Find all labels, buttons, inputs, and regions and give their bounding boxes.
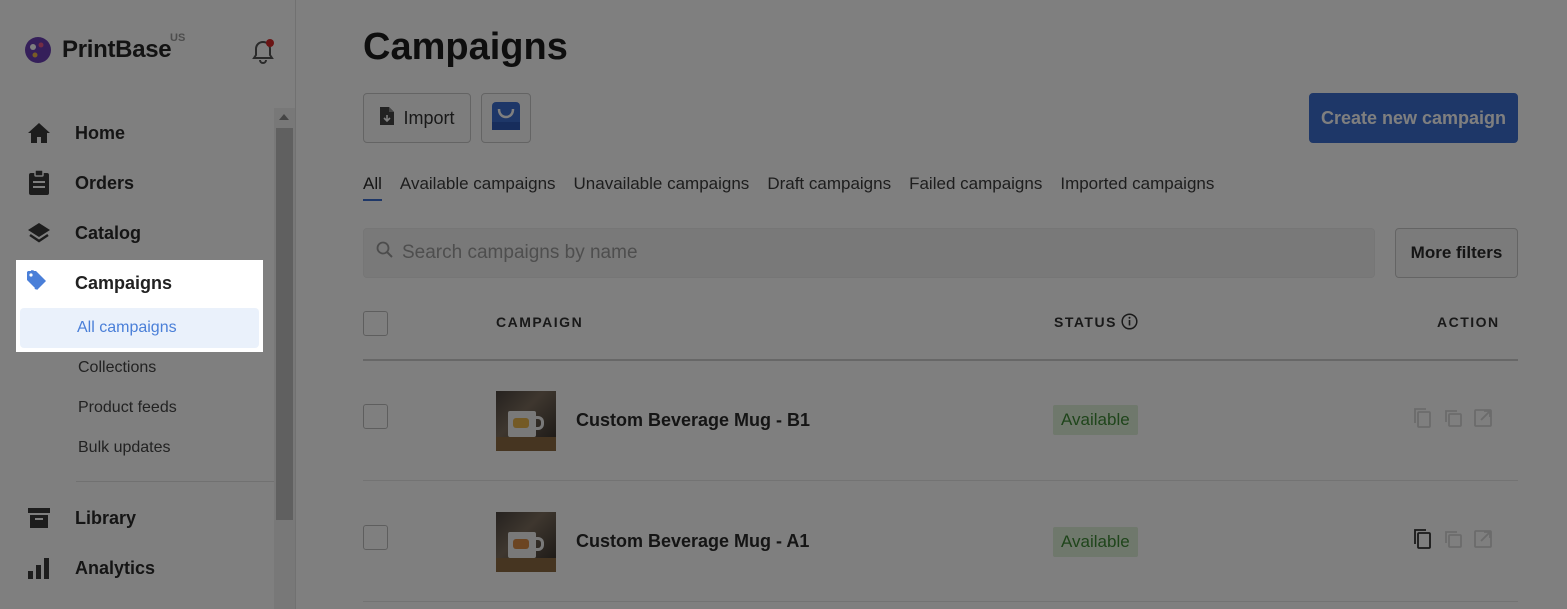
external-link-icon[interactable]: [1472, 528, 1494, 550]
scrollbar-thumb[interactable]: [276, 128, 293, 520]
create-new-campaign-button[interactable]: Create new campaign: [1309, 93, 1518, 143]
sidebar-divider: [76, 481, 274, 482]
tab-draft-campaigns[interactable]: Draft campaigns: [767, 174, 891, 200]
sidebar-subitem-product-feeds[interactable]: Product feeds: [20, 388, 259, 428]
tab-imported-campaigns[interactable]: Imported campaigns: [1060, 174, 1214, 200]
more-filters-label: More filters: [1410, 243, 1503, 262]
info-icon[interactable]: [1121, 313, 1138, 335]
layers-icon: [26, 220, 52, 246]
sidebar-item-catalog[interactable]: Catalog: [0, 213, 274, 253]
campaign-tabs: All Available campaigns Unavailable camp…: [363, 174, 1232, 201]
row-divider: [363, 480, 1518, 481]
sidebar-item-orders[interactable]: Orders: [0, 163, 274, 203]
campaign-name-link[interactable]: Custom Beverage Mug - A1: [576, 531, 809, 552]
sidebar-subitem-label: Product feeds: [78, 399, 177, 416]
notification-bell-icon[interactable]: [250, 38, 276, 66]
product-thumbnail[interactable]: [496, 391, 556, 451]
copy-icon[interactable]: [1412, 528, 1434, 550]
sidebar-item-label: Orders: [75, 172, 135, 193]
sidebar-item-label: Home: [75, 122, 126, 143]
search-icon: [376, 241, 394, 259]
sidebar-subitem-bulk-updates[interactable]: Bulk updates: [20, 428, 259, 468]
product-thumbnail[interactable]: [496, 512, 556, 572]
duplicate-icon[interactable]: [1442, 407, 1464, 429]
table-header-divider: [363, 359, 1518, 361]
status-badge: Available: [1053, 405, 1138, 435]
search-bar: [363, 228, 1375, 278]
sidebar-item-library[interactable]: Library: [0, 498, 274, 538]
status-badge: Available: [1053, 527, 1138, 557]
external-link-icon[interactable]: [1472, 407, 1494, 429]
sidebar-item-label: Analytics: [75, 557, 156, 578]
spotlight-all-campaigns-item[interactable]: All campaigns: [20, 308, 259, 348]
printbase-logo-icon: [24, 36, 52, 64]
row-checkbox[interactable]: [363, 404, 388, 429]
brand-name: PrintBase: [62, 36, 172, 63]
search-input[interactable]: [402, 229, 1362, 277]
tab-unavailable-campaigns[interactable]: Unavailable campaigns: [574, 174, 750, 200]
clipboard-icon: [26, 170, 52, 196]
select-all-checkbox[interactable]: [363, 311, 388, 336]
duplicate-icon[interactable]: [1442, 528, 1464, 550]
brand-region: US: [170, 32, 186, 44]
archive-icon: [26, 505, 52, 531]
tab-available-campaigns[interactable]: Available campaigns: [400, 174, 556, 200]
row-divider: [363, 601, 1518, 602]
brand-logo[interactable]: PrintBase US: [24, 32, 185, 64]
spotlight-campaigns-menu[interactable]: Campaigns All campaigns: [16, 260, 263, 352]
column-header-campaign: CAMPAIGN: [496, 314, 584, 330]
store-button[interactable]: [481, 93, 531, 143]
home-icon: [26, 120, 52, 146]
campaign-name-link[interactable]: Custom Beverage Mug - B1: [576, 410, 810, 431]
sidebar-item-analytics[interactable]: Analytics: [0, 548, 274, 588]
import-button[interactable]: Import: [363, 93, 471, 143]
scroll-up-arrow-icon[interactable]: [279, 114, 289, 120]
sidebar-item-label: Catalog: [75, 222, 142, 243]
sidebar-scrollbar[interactable]: [274, 108, 295, 609]
column-header-action: ACTION: [1437, 314, 1500, 330]
tab-all[interactable]: All: [363, 174, 382, 201]
tab-failed-campaigns[interactable]: Failed campaigns: [909, 174, 1042, 200]
create-button-label: Create new campaign: [1320, 107, 1507, 128]
column-header-status[interactable]: STATUS: [1054, 314, 1117, 330]
row-checkbox[interactable]: [363, 525, 388, 550]
import-button-label: Import: [403, 107, 455, 128]
sidebar-item-label: Library: [75, 507, 137, 528]
spotlight-all-campaigns-label: All campaigns: [77, 319, 177, 336]
sidebar-item-home[interactable]: Home: [0, 113, 274, 153]
copy-icon[interactable]: [1412, 407, 1434, 429]
spotlight-campaigns-label[interactable]: Campaigns: [75, 273, 172, 294]
bar-chart-icon: [26, 555, 52, 581]
tags-icon: [26, 270, 52, 297]
sidebar-subitem-collections[interactable]: Collections: [20, 348, 259, 388]
main-content: Campaigns Import Create new campaign All…: [297, 0, 1567, 609]
page-title: Campaigns: [363, 26, 568, 68]
more-filters-button[interactable]: More filters: [1395, 228, 1518, 278]
shopping-bag-icon: [491, 101, 521, 136]
sidebar-subitem-label: Collections: [78, 359, 157, 376]
import-file-icon: [379, 106, 395, 131]
sidebar-subitem-label: Bulk updates: [78, 439, 171, 456]
